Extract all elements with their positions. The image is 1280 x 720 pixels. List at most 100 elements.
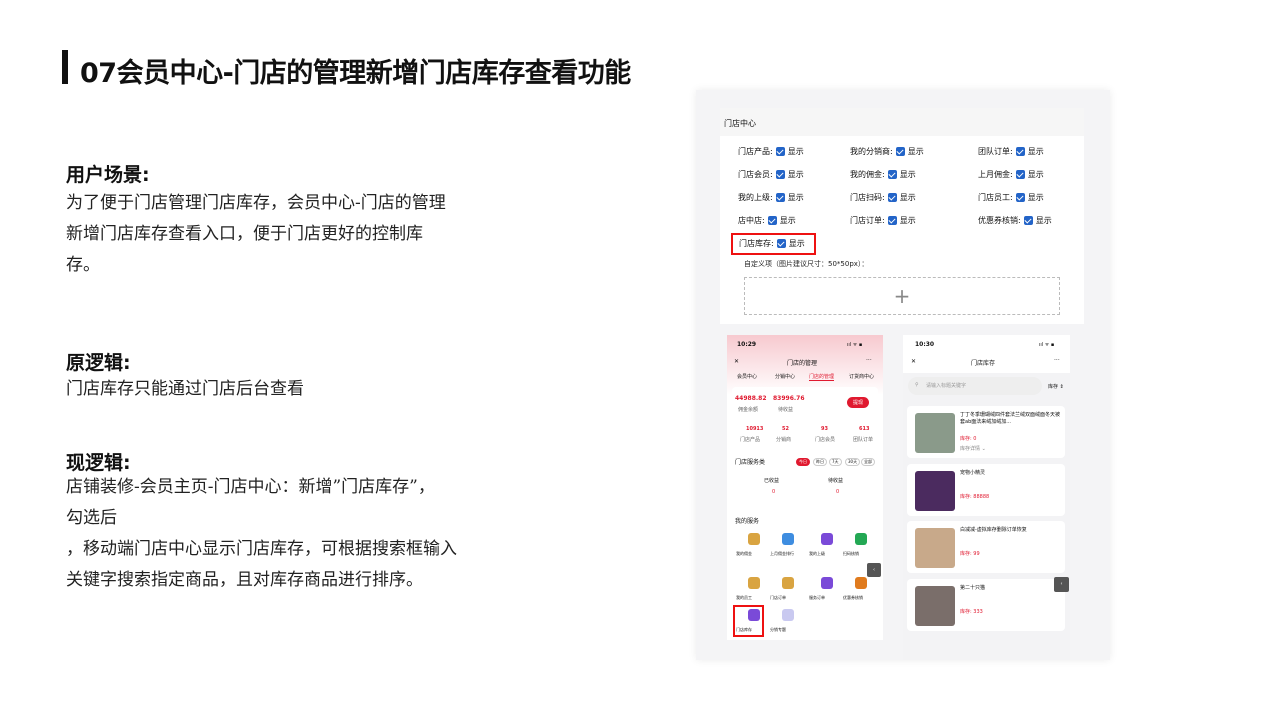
checkbox-label: 上月佣金: (978, 170, 1013, 179)
now-line: 勾选后 (66, 508, 117, 528)
checkbox-item: 我的佣金: 显示 (850, 169, 916, 180)
stock-detail-link[interactable]: 库存详情 ⌄ (960, 445, 986, 452)
received-value: 0 (772, 489, 776, 495)
checkbox-icon[interactable] (775, 147, 785, 156)
checkbox-item: 门店员工: 显示 (978, 192, 1044, 203)
tab-store[interactable]: 门店的管理 (809, 373, 835, 381)
back-arrow-icon[interactable]: ‹ (867, 563, 881, 577)
stat-value: 93 (821, 426, 828, 432)
show-label: 显示 (787, 170, 804, 179)
stat-label: 门店会员 (815, 437, 836, 443)
search-placeholder: 请输入标题关键字 (926, 383, 967, 389)
product-stock: 库存: 99 (960, 551, 980, 557)
product-thumbnail (915, 528, 955, 568)
sort-stock-button[interactable]: 库存 ⇕ (1048, 383, 1064, 390)
service-icon[interactable] (782, 577, 794, 589)
filter-chip[interactable]: 全部 (861, 458, 875, 466)
inventory-item[interactable]: 白减减-虚拟库存删除订单恢复 库存: 99 (907, 521, 1065, 573)
checkbox-icon[interactable] (887, 216, 897, 225)
service-icon[interactable] (821, 577, 833, 589)
tab-member[interactable]: 会员中心 (737, 373, 757, 380)
checkbox-item: 店中店: 显示 (738, 215, 796, 226)
tab-supplier[interactable]: 订货商中心 (849, 373, 874, 380)
upload-area[interactable]: + (744, 277, 1060, 315)
checkbox-item: 我的分销商: 显示 (850, 146, 924, 157)
checkbox-icon[interactable] (1015, 147, 1025, 156)
scene-line: 新增门店库存查看入口，便于门店更好的控制库 (66, 224, 423, 244)
balance-label: 佣金余额 (738, 407, 759, 413)
filter-chip[interactable]: 7天 (829, 458, 842, 466)
service-label: 服务订单 (809, 595, 825, 600)
checkbox-item: 门店会员: 显示 (738, 169, 804, 180)
status-icons: ııl ᯤ ▪ (847, 342, 863, 348)
product-stock: 库存: 333 (960, 609, 983, 615)
awaiting-value: 0 (836, 489, 840, 495)
awaiting-label: 待收益 (828, 478, 844, 484)
now-line: ，移动端门店中心显示门店库存，可根据搜索框输入 (66, 539, 457, 559)
service-icon[interactable] (748, 533, 760, 545)
service-icon[interactable] (855, 577, 867, 589)
checkbox-item: 门店订单: 显示 (850, 215, 916, 226)
show-label: 显示 (787, 147, 804, 156)
checkbox-icon[interactable] (887, 170, 897, 179)
checkbox-icon[interactable] (1015, 193, 1025, 202)
stat-value: 52 (782, 426, 789, 432)
product-thumbnail (915, 471, 955, 511)
status-time: 10:30 (915, 341, 935, 348)
service-icon[interactable] (855, 533, 867, 545)
status-icons: ııl ᯤ ▪ (1039, 342, 1055, 348)
checkbox-label: 优惠券核销: (978, 216, 1021, 225)
checkbox-label: 门店扫码: (850, 193, 885, 202)
status-time: 10:29 (737, 341, 757, 348)
inventory-item[interactable]: 宠物小精灵库存: 88888 (907, 464, 1065, 516)
product-name: 白减减-虚拟库存删除订单恢复 (960, 527, 1027, 533)
checkbox-icon[interactable] (775, 170, 785, 179)
checkbox-label: 团队订单: (978, 147, 1013, 156)
balance-value: 44988.82 (735, 395, 767, 402)
checkbox-icon[interactable] (775, 193, 785, 202)
tab-distribution[interactable]: 分销中心 (775, 373, 795, 380)
inventory-item[interactable]: 丁丁冬季珊瑚绒四件套法兰绒双面绒面冬天被套ab面法来绒加绒加... 库存: 0 库存… (907, 406, 1065, 458)
phone-store-inventory: 10:30 ııl ᯤ ▪ ✕ 门店库存 ··· ⚲ 请输入标题关键字 库存 ⇕… (903, 335, 1070, 660)
show-label: 显示 (907, 147, 924, 156)
product-name: 宠物小精灵 (960, 470, 986, 476)
checkbox-label: 门店员工: (978, 193, 1013, 202)
checkbox-item: 优惠券核销: 显示 (978, 215, 1052, 226)
filter-chip[interactable]: 昨日 (813, 458, 827, 466)
show-label: 显示 (787, 193, 804, 202)
service-icon[interactable] (782, 609, 794, 621)
highlight-box (731, 233, 816, 255)
checkbox-icon[interactable] (1023, 216, 1033, 225)
checkbox-icon[interactable] (895, 147, 905, 156)
filter-chip[interactable]: 今日 (796, 458, 810, 466)
service-icon[interactable] (782, 533, 794, 545)
back-arrow-icon[interactable]: ‹ (1054, 577, 1069, 592)
checkbox-icon[interactable] (767, 216, 777, 225)
show-label: 显示 (1027, 193, 1044, 202)
more-icon[interactable]: ··· (1054, 357, 1060, 364)
inventory-item[interactable]: 第二十只猫 库存: 333 (907, 579, 1065, 631)
scene-heading: 用户场景: (66, 164, 150, 186)
show-label: 显示 (899, 170, 916, 179)
show-label: 显示 (1035, 216, 1052, 225)
checkbox-icon[interactable] (1015, 170, 1025, 179)
service-label: 我的上级 (809, 551, 825, 556)
filter-chip[interactable]: 30天 (845, 458, 861, 466)
checkbox-label: 店中店: (738, 216, 765, 225)
checkbox-icon[interactable] (887, 193, 897, 202)
close-icon[interactable]: ✕ (734, 358, 739, 365)
more-icon[interactable]: ··· (866, 357, 872, 364)
phone-store-management: 10:29 ııl ᯤ ▪ ✕ 门店的管理 ··· 会员中心 分销中心 门店的管… (727, 335, 883, 640)
product-stock: 库存: 88888 (960, 494, 990, 500)
stat-label: 门店产品 (740, 437, 761, 443)
service-icon[interactable] (821, 533, 833, 545)
close-icon[interactable]: ✕ (911, 358, 916, 365)
withdraw-button[interactable]: 提现 (847, 397, 870, 408)
checkbox-item: 我的上级: 显示 (738, 192, 804, 203)
service-label: 我的佣金 (736, 551, 752, 556)
scene-line: 为了便于门店管理门店库存，会员中心-门店的管理 (66, 193, 446, 213)
checkbox-item: 门店扫码: 显示 (850, 192, 916, 203)
balance-card: 44988.82 佣金余额 83996.76 待收益 提现 10913 门店产品 5… (732, 387, 878, 449)
service-icon[interactable] (748, 577, 760, 589)
search-input[interactable]: ⚲ 请输入标题关键字 (908, 377, 1042, 395)
